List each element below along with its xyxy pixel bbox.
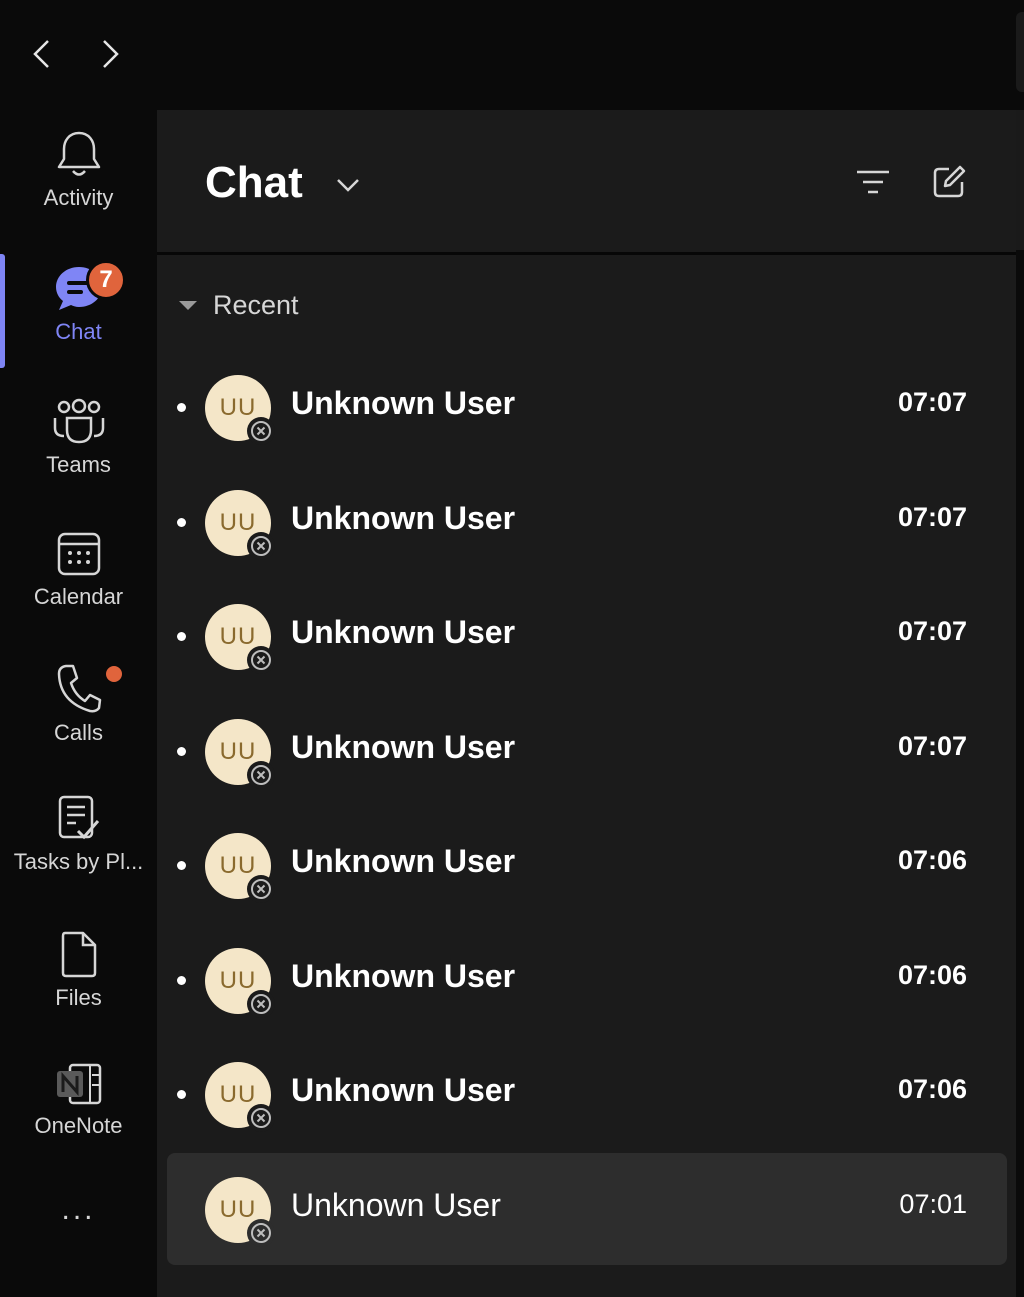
rail-item-teams[interactable]: Teams: [0, 378, 157, 498]
timestamp: 07:06: [897, 845, 967, 875]
teams-icon: [53, 398, 104, 444]
chat-list-pane: Chat Recent UU Unknown User 07:07 UU Unk…: [157, 110, 1016, 1297]
contact-name: Unknown User: [291, 385, 516, 421]
rail-item-onenote[interactable]: OneNote: [0, 1040, 157, 1160]
app-rail: Activity Chat 7 Teams Calendar Calls Tas…: [0, 110, 157, 1297]
filter-button[interactable]: [851, 160, 895, 204]
rail-label: OneNote: [34, 1113, 123, 1138]
presence-offline-icon: [247, 531, 275, 560]
unread-dot: [177, 975, 186, 985]
new-chat-button[interactable]: [927, 160, 971, 204]
chat-list-item[interactable]: UU Unknown User 07:01: [167, 1152, 1007, 1265]
compose-icon: [933, 165, 966, 198]
window-edge: [1016, 12, 1024, 92]
timestamp: 07:06: [897, 1074, 967, 1104]
chat-list-item[interactable]: UU Unknown User 07:07: [167, 351, 1007, 463]
contact-name: Unknown User: [291, 1186, 501, 1223]
rail-item-calendar[interactable]: Calendar: [0, 510, 157, 630]
timestamp: 07:07: [897, 730, 967, 761]
presence-offline-icon: [247, 417, 275, 445]
unread-dot: [177, 517, 186, 527]
chat-list-item[interactable]: UU Unknown User 07:07: [167, 695, 1007, 807]
notification-dot: [106, 666, 122, 682]
chat-list-item[interactable]: UU Unknown User 07:06: [167, 924, 1007, 1036]
rail-item-tasks[interactable]: Tasks by Pl...: [0, 774, 157, 894]
pane-header: Chat: [157, 110, 1016, 255]
back-button[interactable]: [20, 32, 64, 76]
teams-app: Activity Chat 7 Teams Calendar Calls Tas…: [0, 0, 1024, 1297]
presence-offline-icon: [247, 875, 275, 903]
contact-name: Unknown User: [291, 1072, 516, 1108]
timestamp: 07:07: [897, 387, 967, 417]
top-bar: [0, 0, 1024, 110]
unread-dot: [177, 1090, 186, 1099]
chevron-right-icon: [103, 40, 119, 68]
phone-icon: [57, 664, 101, 713]
rail-label: Files: [55, 985, 102, 1010]
rail-item-files[interactable]: Files: [0, 910, 157, 1030]
scrollbar[interactable]: [1016, 110, 1024, 250]
recent-section-header[interactable]: Recent: [179, 290, 299, 321]
caret-down-icon: [179, 301, 197, 310]
presence-offline-icon: [247, 989, 275, 1018]
rail-label: Teams: [46, 452, 111, 477]
rail-label: Calendar: [33, 584, 124, 609]
contact-name: Unknown User: [291, 728, 516, 765]
chat-list-item[interactable]: UU Unknown User 07:07: [167, 466, 1007, 578]
unread-dot: [177, 632, 186, 641]
rail-label: Tasks by Pl...: [13, 849, 144, 874]
unread-count-badge: 7: [86, 260, 126, 300]
page-title[interactable]: Chat: [205, 158, 303, 208]
filter-icon: [857, 170, 889, 194]
bell-icon: [57, 131, 100, 176]
rail-item-activity[interactable]: Activity: [0, 110, 157, 230]
rail-label: Calls: [54, 720, 103, 745]
presence-offline-icon: [247, 1218, 275, 1247]
unread-dot: [177, 746, 186, 756]
timestamp: 07:07: [897, 501, 967, 532]
more-apps-label: ...: [61, 1193, 96, 1226]
calendar-icon: [57, 532, 100, 576]
presence-offline-icon: [247, 1104, 275, 1132]
chevron-down-icon[interactable]: [333, 170, 363, 200]
contact-name: Unknown User: [291, 499, 516, 536]
chat-list-item[interactable]: UU Unknown User 07:07: [167, 580, 1007, 692]
contact-name: Unknown User: [291, 614, 516, 650]
rail-item-chat[interactable]: Chat 7: [0, 244, 157, 364]
section-label: Recent: [213, 290, 299, 320]
rail-label: Chat: [55, 319, 102, 344]
presence-offline-icon: [247, 646, 275, 674]
timestamp: 07:06: [897, 959, 967, 990]
contact-name: Unknown User: [291, 843, 516, 879]
rail-item-calls[interactable]: Calls: [0, 644, 157, 764]
contact-name: Unknown User: [291, 957, 516, 994]
file-icon: [61, 931, 96, 978]
more-apps-button[interactable]: ...: [0, 1180, 157, 1240]
chat-list-item[interactable]: UU Unknown User 07:06: [167, 809, 1007, 921]
forward-button[interactable]: [88, 32, 132, 76]
chevron-left-icon: [33, 40, 49, 68]
chat-list-item[interactable]: UU Unknown User 07:06: [167, 1038, 1007, 1150]
presence-offline-icon: [247, 760, 275, 789]
timestamp: 07:01: [899, 1188, 967, 1219]
timestamp: 07:07: [897, 616, 967, 646]
onenote-icon: [56, 1063, 101, 1105]
rail-label: Activity: [43, 185, 114, 210]
unread-dot: [177, 403, 186, 412]
tasks-icon: [58, 795, 99, 840]
unread-dot: [177, 861, 186, 870]
